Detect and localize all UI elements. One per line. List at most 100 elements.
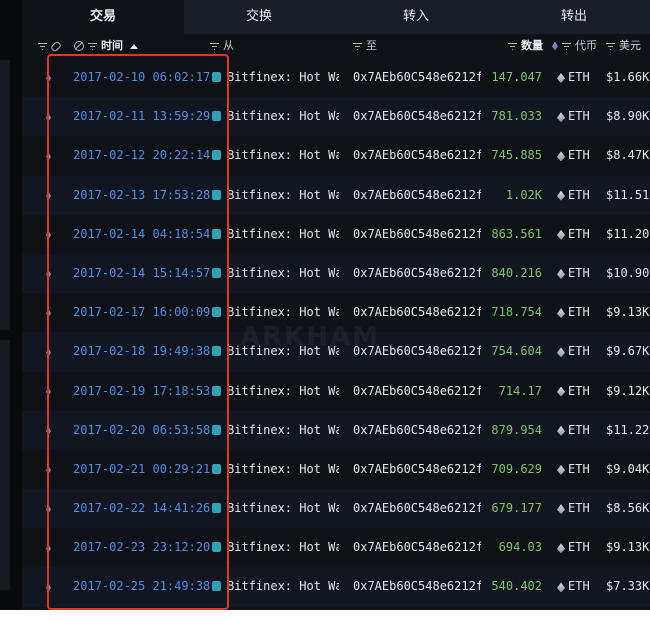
- filter-icon[interactable]: [38, 42, 47, 50]
- row-usd-value: $1.66K: [606, 70, 650, 84]
- table-row[interactable]: 2017-02-14 15:14:57Bitfinex: Hot Wallet0…: [22, 253, 650, 294]
- entity-badge-icon: [212, 72, 221, 82]
- row-currency[interactable]: ETH: [568, 489, 590, 528]
- filter-icon[interactable]: [210, 42, 219, 50]
- row-time-link[interactable]: 2017-02-22 14:41:26: [73, 489, 210, 528]
- eth-icon: [46, 465, 51, 474]
- row-currency[interactable]: ETH: [568, 332, 590, 371]
- row-time-link[interactable]: 2017-02-10 06:02:17: [73, 58, 210, 97]
- header-to[interactable]: 至: [353, 34, 377, 58]
- table-row[interactable]: 2017-02-21 00:29:21Bitfinex: Hot Wallet0…: [22, 449, 650, 490]
- row-currency[interactable]: ETH: [568, 254, 590, 293]
- row-currency[interactable]: ETH: [568, 97, 590, 136]
- eth-icon: [46, 387, 51, 396]
- row-currency[interactable]: ETH: [568, 411, 590, 450]
- eth-icon: [557, 73, 565, 83]
- row-amount: 1.02K: [505, 187, 542, 202]
- row-currency[interactable]: ETH: [568, 215, 590, 254]
- row-currency[interactable]: ETH: [568, 176, 590, 215]
- row-time-link[interactable]: 2017-02-17 16:00:09: [73, 293, 210, 332]
- eth-icon: [46, 191, 51, 200]
- hide-icon[interactable]: [74, 41, 84, 51]
- row-time-link[interactable]: 2017-02-18 19:49:38: [73, 332, 210, 371]
- table-row[interactable]: 2017-02-12 20:22:14Bitfinex: Hot Wallet0…: [22, 136, 650, 176]
- row-from-entity[interactable]: Bitfinex: Hot Wallet: [227, 567, 339, 606]
- row-time-link[interactable]: 2017-02-14 04:18:54: [73, 215, 210, 254]
- header-usd[interactable]: 美元: [606, 34, 641, 58]
- header-amount-label: 数量: [521, 39, 543, 52]
- row-currency[interactable]: ETH: [568, 293, 590, 332]
- row-from-entity[interactable]: Bitfinex: Hot Wallet: [227, 58, 339, 97]
- eth-icon: [557, 386, 565, 397]
- filter-icon[interactable]: [562, 42, 571, 50]
- row-currency[interactable]: ETH: [568, 372, 590, 411]
- row-currency[interactable]: ETH: [568, 136, 590, 175]
- row-from-entity[interactable]: Bitfinex: Hot Wallet: [227, 97, 339, 136]
- row-usd-value: $10.90K: [606, 265, 650, 280]
- row-time-link[interactable]: 2017-02-25 21:49:38: [73, 567, 210, 606]
- table-row[interactable]: 2017-02-11 13:59:29Bitfinex: Hot Wallet0…: [22, 97, 650, 137]
- row-from-entity[interactable]: Bitfinex: Hot Wallet: [227, 136, 339, 175]
- row-from-entity[interactable]: Bitfinex: Hot Wallet: [227, 176, 339, 215]
- filter-icon[interactable]: [508, 42, 517, 50]
- row-currency[interactable]: ETH: [568, 58, 590, 97]
- row-from-entity[interactable]: Bitfinex: Hot Wallet: [227, 489, 339, 528]
- row-from-entity[interactable]: Bitfinex: Hot Wallet: [227, 528, 339, 567]
- row-time-link[interactable]: 2017-02-19 17:18:53: [73, 372, 210, 411]
- eth-icon: [46, 426, 51, 435]
- link-icon[interactable]: [49, 39, 63, 53]
- row-from-entity[interactable]: Bitfinex: Hot Wallet: [227, 450, 339, 489]
- eth-icon: [557, 464, 565, 475]
- row-time-link[interactable]: 2017-02-20 06:53:58: [73, 411, 210, 450]
- table-row[interactable]: 2017-02-13 17:53:28Bitfinex: Hot Wallet0…: [22, 175, 650, 215]
- eth-icon: [46, 74, 51, 82]
- table-header: 时间 从 至 数量 代币 美元: [22, 34, 650, 58]
- header-from[interactable]: 从: [210, 34, 234, 58]
- row-time-link[interactable]: 2017-02-13 17:53:28: [73, 176, 210, 215]
- row-amount: 694.03: [498, 540, 542, 555]
- tab-outflows[interactable]: 转出: [498, 0, 650, 34]
- row-amount: 754.604: [491, 344, 542, 359]
- row-from-entity[interactable]: Bitfinex: Hot Wallet: [227, 254, 339, 293]
- entity-badge-icon: [212, 385, 221, 396]
- table-row[interactable]: 2017-02-19 17:18:53Bitfinex: Hot Wallet0…: [22, 371, 650, 411]
- row-usd-value: $9.04K: [606, 461, 650, 476]
- table-row[interactable]: 2017-02-23 23:12:20Bitfinex: Hot Wallet0…: [22, 528, 650, 568]
- row-currency[interactable]: ETH: [568, 528, 590, 567]
- table-row[interactable]: 2017-02-22 14:41:26Bitfinex: Hot Wallet0…: [22, 489, 650, 529]
- table-row[interactable]: 2017-02-14 04:18:54Bitfinex: Hot Wallet0…: [22, 214, 650, 254]
- header-currency[interactable]: 代币: [552, 34, 597, 58]
- row-amount: 863.561: [491, 226, 542, 241]
- row-currency[interactable]: ETH: [568, 567, 590, 606]
- tab-transactions[interactable]: 交易: [22, 0, 184, 34]
- row-time-link[interactable]: 2017-02-21 00:29:21: [73, 450, 210, 489]
- filter-icon[interactable]: [606, 42, 615, 50]
- bottom-bar: [0, 610, 650, 620]
- row-from-entity[interactable]: Bitfinex: Hot Wallet: [227, 215, 339, 254]
- filter-icon[interactable]: [353, 42, 362, 50]
- header-time-label: 时间: [101, 39, 123, 52]
- tab-swaps[interactable]: 交换: [184, 0, 334, 34]
- row-usd-value: $11.22K: [606, 422, 650, 437]
- row-from-entity[interactable]: Bitfinex: Hot Wallet: [227, 372, 339, 411]
- sort-ascending-icon[interactable]: [130, 43, 138, 49]
- tab-inflows[interactable]: 转入: [334, 0, 498, 34]
- row-time-link[interactable]: 2017-02-12 20:22:14: [73, 136, 210, 175]
- row-time-link[interactable]: 2017-02-23 23:12:20: [73, 528, 210, 567]
- entity-badge-icon: [212, 111, 221, 122]
- row-time-link[interactable]: 2017-02-11 13:59:29: [73, 97, 210, 136]
- row-usd-value: $7.33K: [606, 579, 650, 594]
- header-filter-group: [38, 34, 63, 58]
- row-currency[interactable]: ETH: [568, 450, 590, 489]
- table-row[interactable]: 2017-02-25 21:49:38Bitfinex: Hot Wallet0…: [22, 567, 650, 607]
- row-time-link[interactable]: 2017-02-14 15:14:57: [73, 254, 210, 293]
- header-time[interactable]: 时间: [74, 34, 138, 58]
- eth-icon: [557, 347, 565, 358]
- table-row[interactable]: 2017-02-10 06:02:17Bitfinex: Hot Wallet0…: [22, 58, 650, 98]
- filter-icon[interactable]: [88, 42, 97, 50]
- row-usd-value: $9.13K: [606, 540, 650, 555]
- row-from-entity[interactable]: Bitfinex: Hot Wallet: [227, 411, 339, 450]
- eth-icon: [46, 583, 51, 592]
- table-row[interactable]: 2017-02-20 06:53:58Bitfinex: Hot Wallet0…: [22, 410, 650, 450]
- header-amount[interactable]: 数量: [508, 34, 543, 58]
